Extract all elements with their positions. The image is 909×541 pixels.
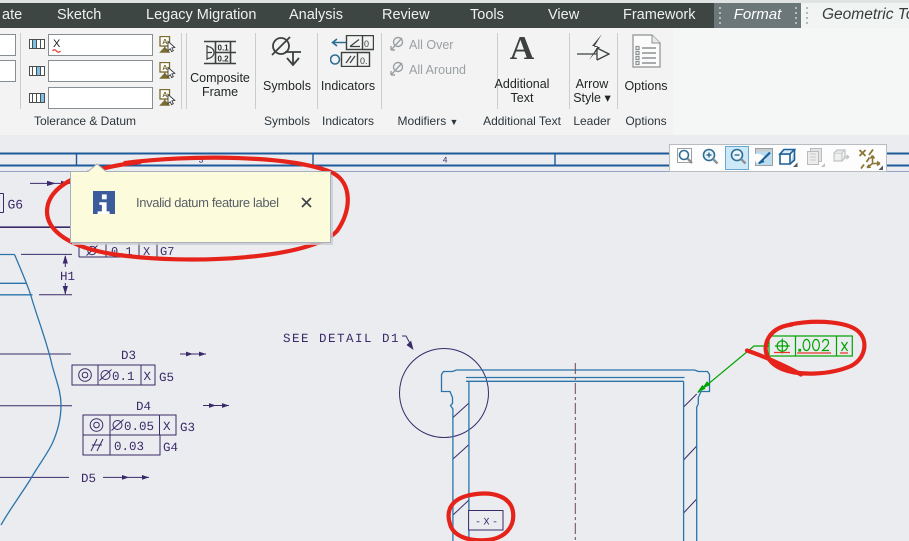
svg-text:4: 4	[443, 156, 448, 166]
svg-text:0.2: 0.2	[218, 55, 230, 64]
svg-text:0.1: 0.1	[218, 44, 230, 53]
svg-text:G4: G4	[163, 441, 178, 455]
svg-text:G3: G3	[180, 421, 195, 435]
svg-text:X: X	[144, 370, 152, 384]
svg-text:D4: D4	[136, 400, 151, 414]
svg-text:0.: 0.	[360, 56, 368, 66]
svg-text:0.05: 0.05	[124, 420, 154, 434]
svg-text:D5: D5	[81, 472, 96, 486]
svg-text:Invalid datum feature label: Invalid datum feature label	[136, 195, 279, 210]
svg-text:D3: D3	[121, 349, 136, 363]
svg-text:X: X	[53, 38, 61, 50]
svg-text:0.03: 0.03	[114, 440, 144, 454]
svg-text:G6: G6	[8, 198, 24, 213]
svg-text:0: 0	[364, 39, 369, 49]
svg-text:X: X	[163, 420, 171, 434]
svg-text:H1: H1	[60, 270, 75, 284]
svg-text:SEE DETAIL D1: SEE DETAIL D1	[283, 332, 400, 346]
svg-text:0.1: 0.1	[112, 370, 135, 384]
svg-text:- X -: - X -	[475, 518, 498, 529]
svg-text:G5: G5	[159, 371, 174, 385]
